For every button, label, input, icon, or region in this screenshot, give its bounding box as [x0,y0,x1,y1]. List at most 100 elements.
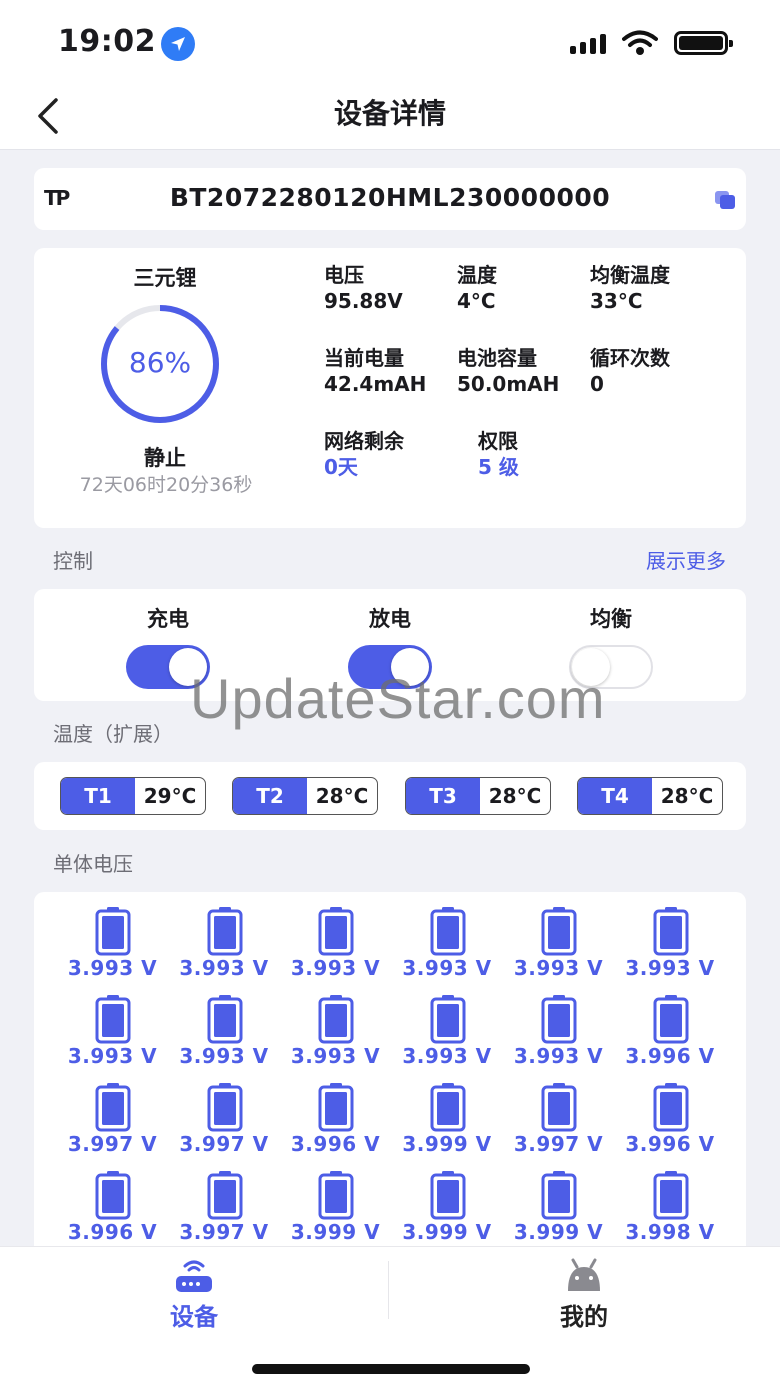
stat-value: 95.88V [324,289,403,313]
wifi-icon [622,30,658,55]
battery-info-card: 三元锂 86% 静止 72天06时20分36秒 电压 95.88V 温度 4°C… [34,248,746,528]
discharge-toggle[interactable] [348,645,432,689]
battery-cell-icon [318,995,354,1044]
temp-name: T3 [406,778,480,814]
cell-voltage: 3.993 V [179,956,269,980]
cell-voltage: 3.993 V [513,1044,604,1068]
cell-item: 3.993 V [615,892,726,980]
stat-current-charge: 当前电量 42.4mAH [324,345,426,397]
tab-label: 我的 [560,1303,608,1331]
temp-value: 28°C [315,784,369,808]
tab-mine[interactable]: 我的 [504,1257,664,1333]
battery-cell-icon [653,907,688,956]
control-label: 均衡 [590,607,632,631]
cell-item: 3.996 V [280,1068,391,1156]
battery-cell-icon [318,1083,354,1132]
cell-voltage: 3.996 V [290,1132,381,1156]
cell-voltage: 3.993 V [402,956,492,980]
tab-device[interactable]: 设备 [114,1257,274,1333]
battery-cell-icon [541,1083,577,1132]
battery-cell-icon [430,907,465,956]
control-charge: 充电 [108,605,228,689]
cell-voltage: 3.996 V [625,1132,715,1156]
cell-voltage: 3.999 V [513,1220,604,1244]
battery-cell-icon [653,1083,688,1132]
device-id-card: TP BT2072280120HML230000000 [34,168,746,230]
location-arrow-icon [161,27,195,61]
battery-cell-icon [430,1171,465,1220]
stat-permission: 权限 5 级 [478,428,519,480]
copy-icon[interactable] [714,190,736,210]
status-time: 19:02 [58,24,156,59]
stat-label: 权限 [478,429,518,453]
stat-value: 4°C [457,289,496,313]
cell-voltage: 3.993 V [179,1044,269,1068]
cell-voltage: 3.999 V [402,1132,492,1156]
cell-voltage-section-label: 单体电压 [53,852,133,876]
cell-voltage: 3.993 V [513,956,604,980]
cell-item: 3.993 V [57,980,168,1068]
cell-voltage: 3.997 V [513,1132,604,1156]
cell-voltage: 3.993 V [290,1044,381,1068]
cell-item: 3.993 V [280,892,391,980]
cell-item: 3.993 V [503,892,614,980]
cell-item: 3.993 V [392,980,503,1068]
tab-divider [388,1261,389,1319]
stat-label: 均衡温度 [590,263,670,287]
battery-cell-icon [207,907,242,956]
cell-voltage: 3.997 V [179,1132,269,1156]
battery-cell-icon [95,907,131,956]
status-bar: 19:02 [0,0,780,84]
cell-item: 3.999 V [392,1156,503,1244]
temp-name: T1 [61,778,135,814]
battery-type: 三元锂 [133,266,197,290]
cell-item: 3.997 V [169,1156,280,1244]
stat-value: 42.4mAH [324,372,427,396]
cell-item: 3.996 V [57,1156,168,1244]
battery-cell-icon [541,995,577,1044]
temperature-card: T1 29°C T2 28°C T3 28°C T4 28°C [34,762,746,830]
battery-cell-icon [653,1171,688,1220]
temp-chip-t2: T2 28°C [232,777,378,815]
cell-voltage: 3.993 V [290,956,381,980]
cell-item: 3.993 V [169,980,280,1068]
stat-label: 当前电量 [324,346,404,370]
nav-bar: 设备详情 [0,84,780,150]
cell-item: 3.997 V [503,1068,614,1156]
cell-item: 3.993 V [169,892,280,980]
temp-chip-t4: T4 28°C [577,777,723,815]
battery-cell-icon [430,1083,465,1132]
battery-cell-icon [318,907,354,956]
balance-toggle[interactable] [569,645,653,689]
cell-voltage: 3.996 V [67,1220,158,1244]
cell-voltage: 3.999 V [290,1220,381,1244]
cell-item: 3.999 V [280,1156,391,1244]
temp-value: 28°C [488,784,542,808]
control-label: 充电 [147,607,189,631]
battery-cell-icon [207,995,242,1044]
cell-item: 3.996 V [615,980,726,1068]
control-discharge: 放电 [330,605,450,689]
battery-cell-icon [207,1171,242,1220]
cell-voltage: 3.993 V [67,1044,158,1068]
charge-toggle[interactable] [126,645,210,689]
stat-value: 0 [590,372,604,396]
show-more-link[interactable]: 展示更多 [646,545,726,574]
cell-item: 3.999 V [503,1156,614,1244]
home-indicator [252,1364,530,1374]
cell-voltage: 3.998 V [625,1220,715,1244]
stat-value: 0天 [324,455,358,479]
stat-label: 循环次数 [590,346,670,370]
stat-cycle-count: 循环次数 0 [590,345,670,397]
battery-cell-icon [95,995,131,1044]
stat-value: 50.0mAH [457,372,560,396]
cell-voltage: 3.993 V [625,956,715,980]
stat-balance-temp: 均衡温度 33°C [590,262,670,314]
cell-voltage: 3.993 V [402,1044,492,1068]
cell-item: 3.996 V [615,1068,726,1156]
stat-value: 5 级 [478,455,519,479]
temperature-section-label: 温度（扩展） [53,722,173,746]
battery-cell-icon [430,995,465,1044]
cell-voltage: 3.997 V [67,1132,158,1156]
cell-item: 3.998 V [615,1156,726,1244]
